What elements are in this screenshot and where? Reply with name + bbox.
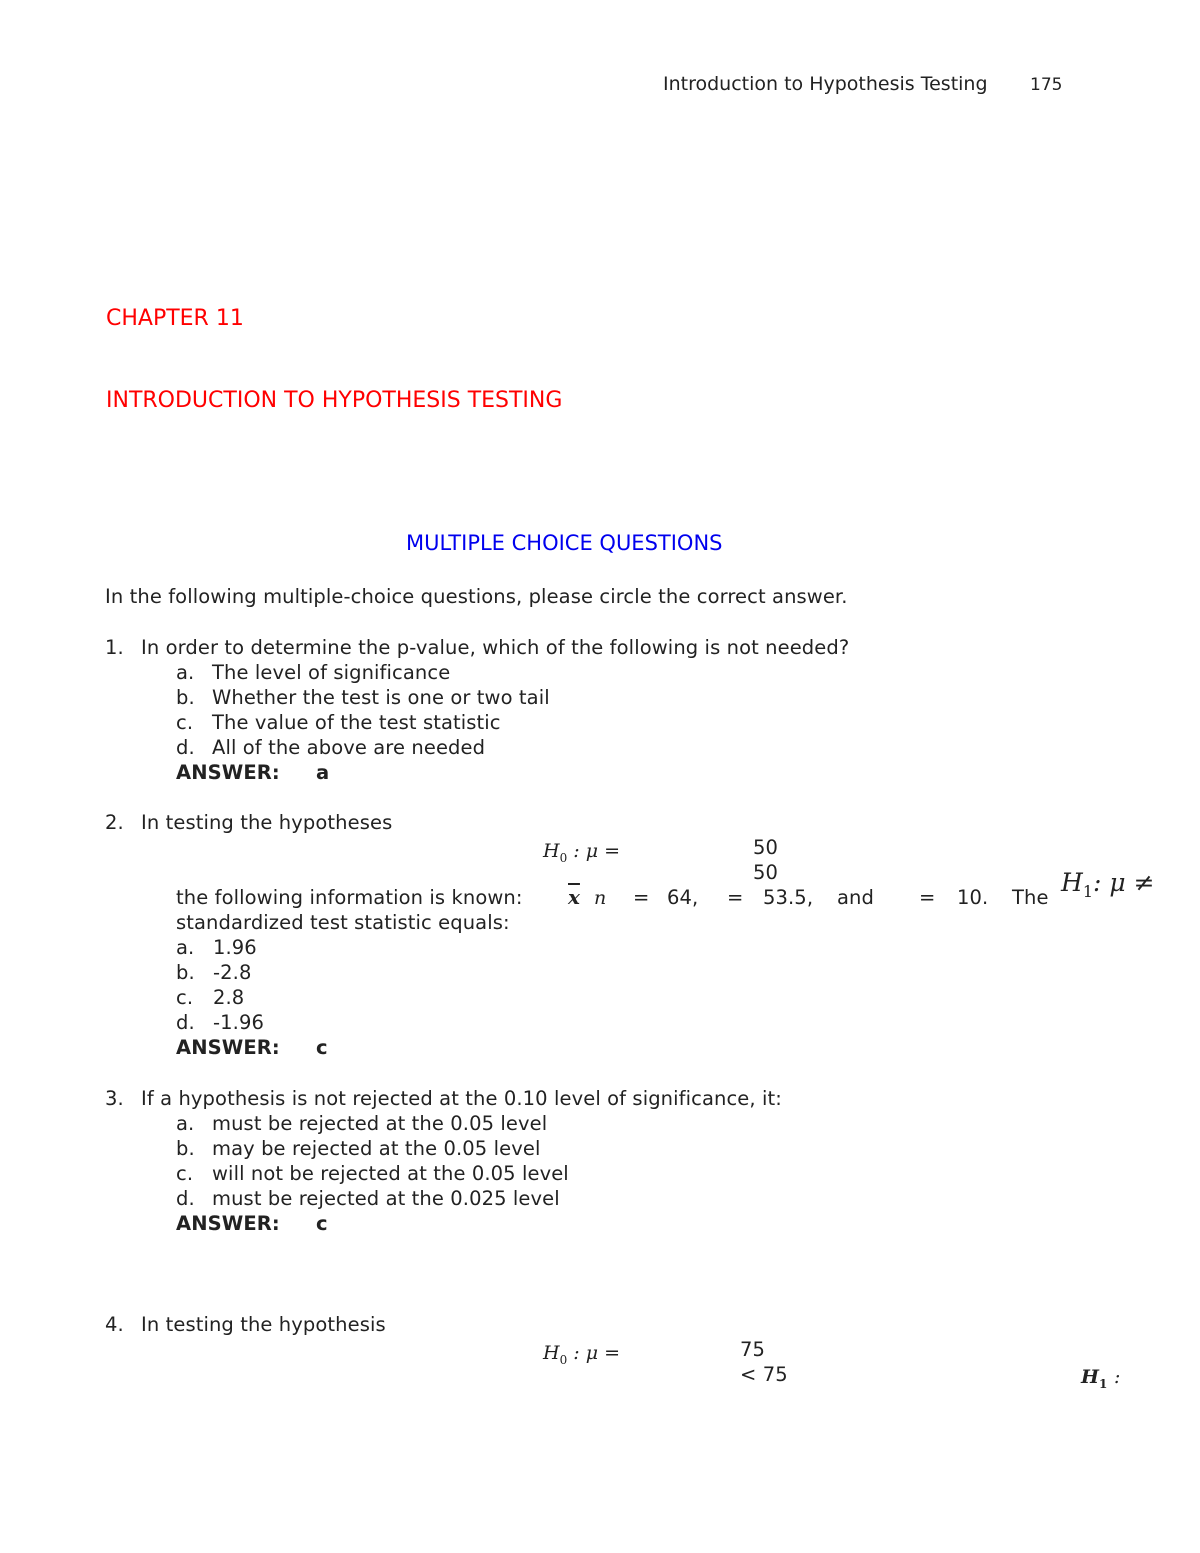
xbar-value: 53.5,	[763, 886, 814, 909]
alternative-hypothesis: H1 :	[1081, 1366, 1120, 1391]
subscript: 0	[559, 850, 568, 865]
relation: :	[1113, 1366, 1121, 1388]
null-hypothesis: H0 : μ =	[543, 840, 620, 865]
h-symbol: H	[543, 840, 560, 862]
option-letter: d.	[176, 736, 195, 759]
n-symbol: n	[594, 887, 607, 909]
option-c[interactable]: 2.8	[213, 986, 244, 1009]
h1-value: < 75	[740, 1363, 788, 1386]
n-value: 64,	[667, 886, 699, 909]
answer-label: ANSWER:	[176, 1036, 280, 1059]
option-a[interactable]: must be rejected at the 0.05 level	[212, 1112, 547, 1135]
chapter-title: INTRODUCTION TO HYPOTHESIS TESTING	[106, 388, 563, 413]
relation: : μ =	[573, 1342, 621, 1364]
subscript: 1	[1082, 882, 1093, 901]
option-a[interactable]: 1.96	[213, 936, 257, 959]
the-word: The	[1012, 886, 1049, 909]
info-prefix: the following information is known:	[176, 886, 523, 909]
relation: : μ =	[573, 840, 621, 862]
option-d[interactable]: -1.96	[213, 1011, 264, 1034]
answer-value: c	[316, 1036, 328, 1059]
page-number: 175	[1030, 75, 1063, 95]
option-d[interactable]: must be rejected at the 0.025 level	[212, 1187, 560, 1210]
xbar-glyph: x	[568, 885, 580, 909]
option-b[interactable]: -2.8	[213, 961, 251, 984]
question-number: 1.	[105, 636, 124, 659]
alternative-hypothesis: H1: μ ≠	[1061, 868, 1155, 901]
option-a[interactable]: The level of significance	[212, 661, 450, 684]
option-letter: d.	[176, 1011, 195, 1034]
running-header-title: Introduction to Hypothesis Testing	[663, 73, 988, 95]
option-letter: b.	[176, 1137, 195, 1160]
and-word: and	[837, 886, 874, 909]
null-hypothesis: H0 : μ =	[543, 1342, 620, 1367]
h-symbol: H	[1061, 868, 1083, 897]
h0-value: 75	[740, 1338, 766, 1361]
instructions: In the following multiple-choice questio…	[105, 585, 848, 608]
option-letter: c.	[176, 986, 194, 1009]
chapter-label: CHAPTER 11	[106, 306, 244, 331]
question-text: In order to determine the p-value, which…	[141, 636, 850, 659]
equals-sign: =	[727, 886, 744, 909]
section-title: MULTIPLE CHOICE QUESTIONS	[406, 531, 723, 555]
answer-label: ANSWER:	[176, 1212, 280, 1235]
h0-value: 50	[753, 836, 779, 859]
option-letter: c.	[176, 1162, 194, 1185]
answer-value: a	[316, 761, 330, 784]
answer-value: c	[316, 1212, 328, 1235]
equals-sign: =	[919, 886, 936, 909]
option-b[interactable]: Whether the test is one or two tail	[212, 686, 550, 709]
h-symbol: H	[1081, 1366, 1099, 1388]
answer-label: ANSWER:	[176, 761, 280, 784]
question-continuation: standardized test statistic equals:	[176, 911, 510, 934]
equals-sign: =	[633, 886, 650, 909]
option-letter: c.	[176, 711, 194, 734]
subscript: 0	[559, 1352, 568, 1367]
option-letter: d.	[176, 1187, 195, 1210]
option-c[interactable]: The value of the test statistic	[212, 711, 501, 734]
subscript: 1	[1098, 1376, 1108, 1391]
question-text: In testing the hypotheses	[141, 811, 393, 834]
option-letter: a.	[176, 1112, 195, 1135]
option-letter: a.	[176, 661, 195, 684]
option-letter: b.	[176, 686, 195, 709]
question-text: If a hypothesis is not rejected at the 0…	[141, 1087, 782, 1110]
question-number: 3.	[105, 1087, 124, 1110]
question-number: 2.	[105, 811, 124, 834]
h1-value: 50	[753, 861, 779, 884]
sigma-value: 10.	[957, 886, 989, 909]
option-b[interactable]: may be rejected at the 0.05 level	[212, 1137, 540, 1160]
question-text: In testing the hypothesis	[141, 1313, 386, 1336]
h-symbol: H	[543, 1342, 560, 1364]
question-number: 4.	[105, 1313, 124, 1336]
xbar-symbol: x	[568, 885, 580, 909]
option-c[interactable]: will not be rejected at the 0.05 level	[212, 1162, 569, 1185]
option-d[interactable]: All of the above are needed	[212, 736, 485, 759]
relation: : μ ≠	[1093, 868, 1155, 897]
option-letter: b.	[176, 961, 195, 984]
option-letter: a.	[176, 936, 195, 959]
